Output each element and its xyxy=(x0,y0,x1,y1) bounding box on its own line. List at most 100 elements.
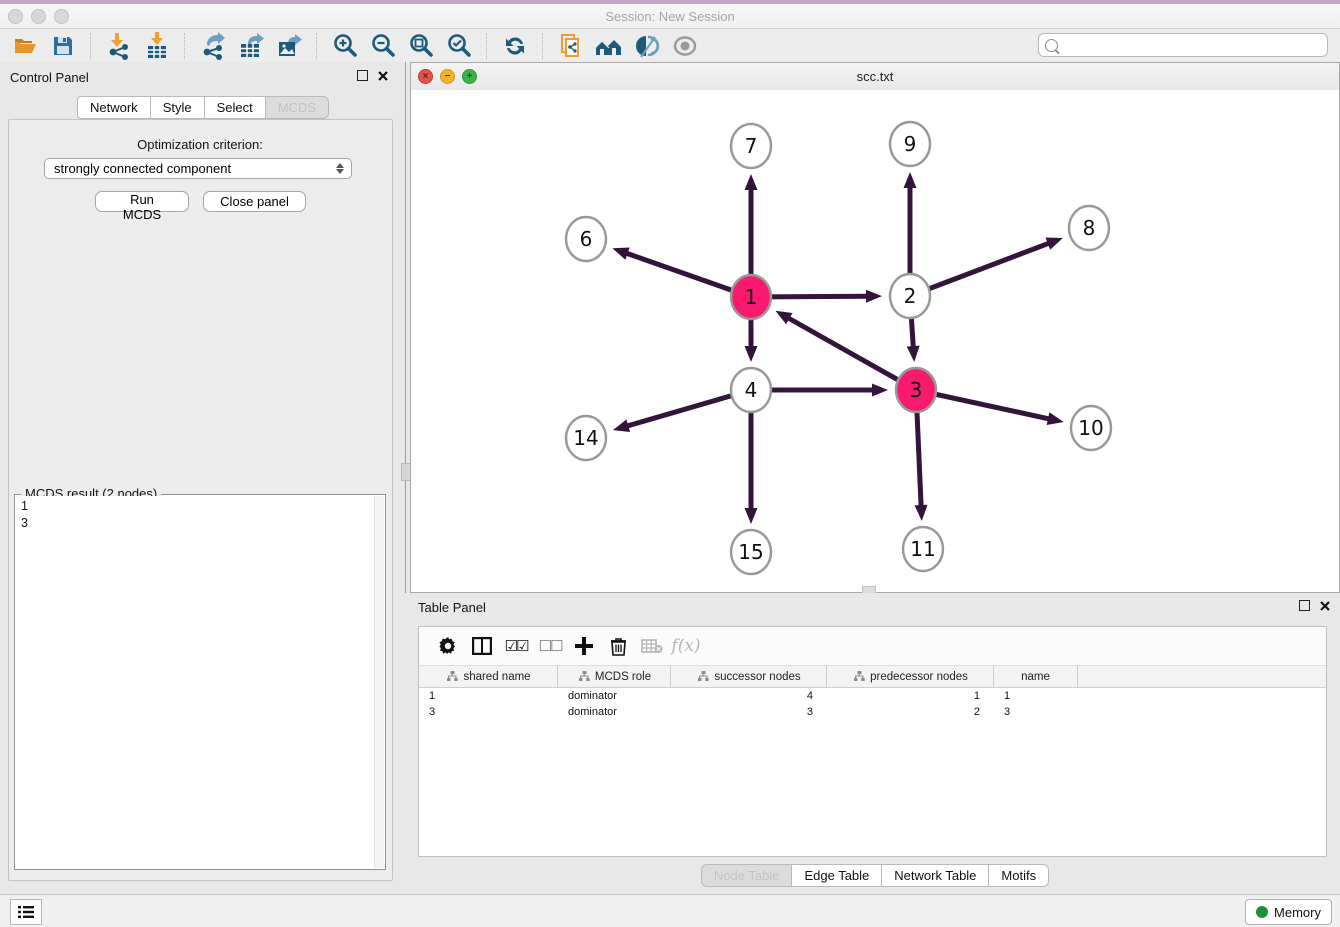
export-network-icon[interactable] xyxy=(194,31,232,61)
select-chevrons-icon xyxy=(336,163,344,174)
import-network-icon[interactable] xyxy=(100,31,138,61)
column-header-label: shared name xyxy=(463,671,530,683)
column-header-label: successor nodes xyxy=(714,671,800,683)
close-panel-icon[interactable] xyxy=(378,71,388,81)
import-table-icon[interactable] xyxy=(138,31,176,61)
gear-icon[interactable] xyxy=(431,630,465,662)
tab-edge-table[interactable]: Edge Table xyxy=(792,864,882,887)
search-input[interactable] xyxy=(1058,35,1327,55)
clone-network-icon[interactable] xyxy=(552,31,590,61)
table-cell[interactable]: dominator xyxy=(558,706,671,718)
graph-node-label: 7 xyxy=(745,134,758,158)
search-field[interactable] xyxy=(1038,33,1328,57)
graph-edge-arrow xyxy=(915,505,928,521)
node-table: shared name MCDS role successor nodes prede… xyxy=(419,666,1326,856)
open-session-icon[interactable] xyxy=(6,31,44,61)
graph-edge-arrow xyxy=(872,384,888,397)
table-cell[interactable]: 3 xyxy=(994,706,1078,718)
graph-node-label: 14 xyxy=(573,426,598,450)
column-type-icon xyxy=(579,671,590,682)
memory-button[interactable]: Memory xyxy=(1245,899,1332,925)
graph-edge-arrow xyxy=(612,247,629,259)
graph-edge-arrow xyxy=(613,419,630,431)
float-table-panel-icon[interactable] xyxy=(1299,600,1310,611)
mcds-result-scrollbar[interactable] xyxy=(374,496,384,868)
run-mcds-button[interactable]: Run MCDS xyxy=(95,191,189,212)
graph-edge-3-1[interactable] xyxy=(787,317,916,390)
select-all-icon[interactable]: ☑☑ xyxy=(499,630,533,662)
deselect-all-icon[interactable]: ☐☐ xyxy=(533,630,567,662)
control-panel: Control Panel NetworkStyleSelectMCDS Opt… xyxy=(0,62,400,894)
table-panel: Table Panel ☑☑ ☐☐ f(x) shar xyxy=(410,593,1340,894)
graph-node-label: 8 xyxy=(1083,216,1096,240)
graph-node-label: 15 xyxy=(738,540,763,564)
table-cell[interactable]: 1 xyxy=(419,690,558,702)
tab-style[interactable]: Style xyxy=(151,96,205,119)
show-style-icon[interactable] xyxy=(628,31,666,61)
first-neighbors-icon[interactable] xyxy=(590,31,628,61)
zoom-out-icon[interactable] xyxy=(364,31,402,61)
optimization-criterion-select[interactable]: strongly connected component xyxy=(44,158,352,179)
task-history-button[interactable] xyxy=(10,899,42,925)
export-image-icon[interactable] xyxy=(270,31,308,61)
graph-edge-arrow xyxy=(907,346,920,362)
hide-style-icon[interactable] xyxy=(666,31,704,61)
zoom-in-icon[interactable] xyxy=(326,31,364,61)
close-table-panel-icon[interactable] xyxy=(1320,601,1330,611)
table-cell[interactable]: 4 xyxy=(671,690,827,702)
table-cell[interactable]: 3 xyxy=(671,706,827,718)
network-window-titlebar[interactable]: × − + scc.txt xyxy=(411,63,1339,91)
table-cell[interactable]: 3 xyxy=(419,706,558,718)
function-builder-icon: f(x) xyxy=(669,630,703,662)
add-column-icon[interactable] xyxy=(567,630,601,662)
tab-motifs[interactable]: Motifs xyxy=(989,864,1049,887)
table-row[interactable]: 1dominator411 xyxy=(419,688,1326,704)
column-type-icon xyxy=(854,671,865,682)
graph-edge-2-8[interactable] xyxy=(910,243,1051,296)
column-header-predecessor-nodes[interactable]: predecessor nodes xyxy=(827,666,994,687)
table-cell[interactable]: 1 xyxy=(994,690,1078,702)
delete-table-icon xyxy=(635,630,669,662)
refresh-icon[interactable] xyxy=(496,31,534,61)
table-row[interactable]: 3dominator323 xyxy=(419,704,1326,720)
column-view-icon[interactable] xyxy=(465,630,499,662)
table-rows: 1dominator4113dominator323 xyxy=(419,688,1326,720)
table-cell[interactable]: dominator xyxy=(558,690,671,702)
tab-network-table[interactable]: Network Table xyxy=(882,864,989,887)
tab-mcds[interactable]: MCDS xyxy=(266,96,329,119)
delete-icon[interactable] xyxy=(601,630,635,662)
graph-node-label: 9 xyxy=(904,132,917,156)
float-panel-icon[interactable] xyxy=(357,70,368,81)
tab-network[interactable]: Network xyxy=(77,96,151,119)
column-header-MCDS-role[interactable]: MCDS role xyxy=(558,666,671,687)
status-bar: Memory xyxy=(0,894,1340,927)
mcds-result-group: MCDS result (2 nodes) 1 3 xyxy=(14,494,386,870)
tab-node-table[interactable]: Node Table xyxy=(701,864,793,887)
graph-node-label: 3 xyxy=(910,378,923,402)
graph-edge-arrow xyxy=(745,346,758,362)
column-header-shared-name[interactable]: shared name xyxy=(419,666,558,687)
main-toolbar xyxy=(0,29,1340,63)
column-header-successor-nodes[interactable]: successor nodes xyxy=(671,666,827,687)
column-header-label: predecessor nodes xyxy=(870,671,968,683)
vertical-splitter-line xyxy=(405,62,406,593)
network-canvas[interactable]: 7968124314101511 xyxy=(411,90,1339,592)
column-header-name[interactable]: name xyxy=(994,666,1078,687)
mcds-result-text[interactable]: 1 3 xyxy=(16,496,375,868)
memory-status-icon xyxy=(1256,906,1268,918)
save-session-icon[interactable] xyxy=(44,31,82,61)
graph-node-label: 1 xyxy=(745,285,758,309)
graph-node-label: 11 xyxy=(910,537,935,561)
graph-node-label: 6 xyxy=(580,227,593,251)
table-cell[interactable]: 1 xyxy=(827,690,994,702)
tab-select[interactable]: Select xyxy=(205,96,266,119)
export-table-icon[interactable] xyxy=(232,31,270,61)
table-header-row: shared name MCDS role successor nodes prede… xyxy=(419,666,1326,688)
graph-node-label: 2 xyxy=(904,284,917,308)
graph-node-label: 10 xyxy=(1078,416,1103,440)
zoom-fit-icon[interactable] xyxy=(402,31,440,61)
close-panel-button[interactable]: Close panel xyxy=(203,191,306,212)
zoom-selected-icon[interactable] xyxy=(440,31,478,61)
table-cell[interactable]: 2 xyxy=(827,706,994,718)
graph-edge-arrow xyxy=(1046,238,1063,250)
